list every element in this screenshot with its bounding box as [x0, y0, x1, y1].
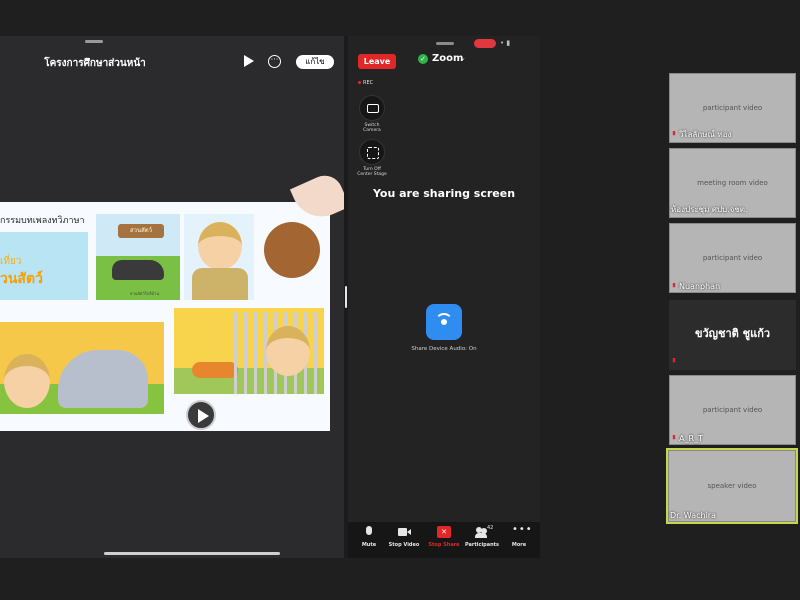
share-audio-label: Share Device Audio: On [411, 346, 477, 352]
participant-tile[interactable]: meeting room video ห้องประชุม ศปบ.จชต. [669, 148, 796, 218]
split-view-handle[interactable] [345, 286, 347, 308]
tiger-shape [192, 362, 238, 378]
shield-icon[interactable]: ✓ [418, 54, 428, 64]
more-label: More [511, 542, 527, 548]
meeting-toolbar: Mute Stop Video ✕ Stop Share Participant… [348, 522, 540, 558]
switch-camera-circle [359, 95, 385, 121]
share-audio-button[interactable] [426, 304, 462, 340]
stop-video-label: Stop Video [388, 542, 420, 548]
slide-caption: สวนสัตว์ใกล้บ้าน [130, 291, 160, 296]
stop-share-button[interactable]: ✕ Stop Share [427, 526, 461, 548]
participant-tile[interactable]: participant video วิไลลักษณ์ ทอง [669, 73, 796, 143]
rec-label: REC [363, 80, 374, 86]
kid-head-shape [4, 354, 50, 408]
active-speaker-tile[interactable]: speaker video Dr. Wachira [666, 448, 798, 524]
participant-name-text: Nuanphan [679, 282, 721, 291]
center-stage-label: Turn Off Center Stage [357, 167, 387, 177]
camera-icon [367, 104, 379, 113]
pane-grabber[interactable] [85, 40, 103, 43]
stop-share-icon: ✕ [437, 526, 451, 538]
recording-indicator: REC [358, 80, 373, 86]
switch-camera-button[interactable]: Switch Camera [356, 95, 388, 133]
pane-grabber[interactable] [436, 42, 454, 45]
mic-muted-icon [672, 283, 676, 288]
mic-muted-icon [672, 131, 676, 136]
slide-title-line1: เที่ยว [0, 256, 22, 267]
participant-tile[interactable]: participant video A_R_T [669, 375, 796, 445]
audio-wave-icon [435, 313, 453, 331]
stop-video-button[interactable]: Stop Video [387, 526, 421, 548]
slide-play-button[interactable] [186, 400, 216, 430]
participant-name: Nuanphan [671, 282, 720, 291]
participant-name-text: A_R_T [679, 434, 703, 443]
presentation-slide: กรรมบทเพลงทวิภาษา เที่ยว วนสัตว์ สวนสัตว… [0, 202, 330, 431]
mute-label: Mute [361, 542, 377, 548]
participants-label: Participants [465, 542, 500, 548]
mute-button[interactable]: Mute [352, 526, 386, 548]
kid-body-shape [192, 268, 248, 300]
slide-heading: กรรมบทเพลงทวิภาษา [0, 216, 85, 226]
video-camera-icon [397, 526, 411, 538]
participant-name: วิไลลักษณ์ ทอง [671, 128, 731, 141]
center-stage-button[interactable]: Turn Off Center Stage [356, 139, 388, 177]
elephant-shape [58, 350, 148, 408]
mic-muted-icon [672, 435, 676, 440]
participant-name-text: ห้องประชุม ศปบ.จชต. [671, 205, 748, 214]
participants-button[interactable]: Participants [465, 526, 499, 548]
mic-muted-icon [672, 358, 676, 363]
document-viewer-pane: โครงการศึกษาส่วนหน้า ··· แก้ไข กรรมบทเพล… [0, 36, 344, 558]
more-dots-icon: ••• [512, 524, 533, 535]
participant-name-text: วิไลลักษณ์ ทอง [679, 130, 732, 139]
participant-name: A_R_T [671, 434, 703, 443]
switch-camera-label: Switch Camera [363, 123, 381, 133]
participant-name-text: Dr. Wachira [670, 511, 716, 520]
slide-title-line2: วนสัตว์ [0, 271, 43, 287]
status-icons: • ▮ [500, 39, 511, 47]
chevron-down-icon[interactable]: ⌄ [460, 54, 466, 62]
more-icon[interactable]: ··· [268, 55, 281, 68]
screen-record-indicator [474, 39, 496, 48]
play-icon[interactable] [243, 54, 255, 68]
scout-kid-illustration [184, 214, 254, 300]
participant-name-text: ขวัญชาติ ชูแก้ว [694, 327, 771, 340]
microphone-icon [362, 526, 376, 538]
document-title: โครงการศึกษาส่วนหน้า [44, 58, 146, 69]
leave-button[interactable]: Leave [358, 54, 396, 69]
slide-title-panel: เที่ยว วนสัตว์ [0, 232, 88, 300]
participant-tile[interactable]: ขวัญชาติ ชูแก้ว [669, 300, 796, 370]
record-dot-icon [358, 81, 361, 84]
bear-puppet-illustration [264, 222, 320, 278]
edit-button[interactable]: แก้ไข [296, 55, 334, 69]
kid-head-shape [266, 326, 310, 376]
sharing-status-text: You are sharing screen [372, 187, 516, 200]
zoo-illustration: สวนสัตว์ [96, 214, 180, 300]
meeting-title[interactable]: Zoom [432, 53, 463, 64]
home-indicator[interactable] [104, 552, 280, 555]
kid-head-shape [198, 222, 242, 270]
participant-name: ห้องประชุม ศปบ.จชต. [671, 203, 748, 216]
zoom-pane: • ▮ Leave ✓ Zoom ⌄ REC Switch Camera Tur… [348, 36, 540, 558]
elephant-illustration [0, 322, 164, 414]
participant-count-badge: 42 [487, 525, 494, 531]
animal-silhouettes [112, 260, 164, 280]
participant-tile[interactable]: participant video Nuanphan [669, 223, 796, 293]
tiger-cage-illustration [174, 308, 324, 394]
stop-share-label: Stop Share [428, 542, 460, 548]
zoo-sign: สวนสัตว์ [118, 224, 164, 238]
more-button[interactable]: ••• More [502, 524, 536, 549]
participant-name [671, 349, 679, 368]
center-stage-icon [367, 147, 379, 159]
participant-name: Dr. Wachira [670, 511, 716, 520]
center-stage-circle [359, 139, 385, 165]
